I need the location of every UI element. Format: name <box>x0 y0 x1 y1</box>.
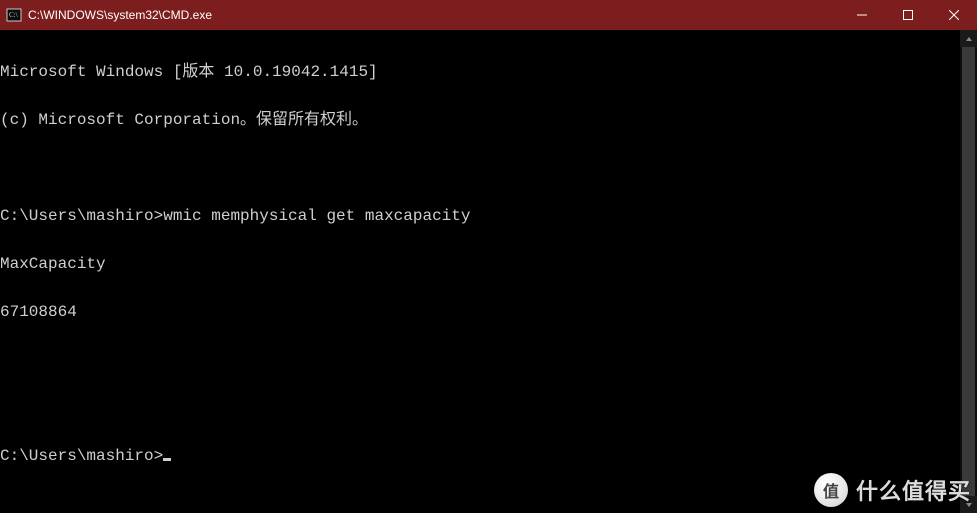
console-line: 67108864 <box>0 304 960 320</box>
console-line: Microsoft Windows [版本 10.0.19042.1415] <box>0 64 960 80</box>
console-prompt-line: C:\Users\mashiro> <box>0 448 960 464</box>
console-line <box>0 400 960 416</box>
scroll-down-button[interactable] <box>960 496 977 513</box>
console-line <box>0 160 960 176</box>
scroll-track[interactable] <box>960 47 977 496</box>
console-line: (c) Microsoft Corporation。保留所有权利。 <box>0 112 960 128</box>
console-prompt: C:\Users\mashiro> <box>0 447 163 465</box>
console-line <box>0 352 960 368</box>
console-output[interactable]: Microsoft Windows [版本 10.0.19042.1415] (… <box>0 30 960 513</box>
maximize-button[interactable] <box>885 0 931 30</box>
console-line: MaxCapacity <box>0 256 960 272</box>
close-button[interactable] <box>931 0 977 30</box>
scroll-up-button[interactable] <box>960 30 977 47</box>
text-cursor <box>163 458 171 461</box>
minimize-button[interactable] <box>839 0 885 30</box>
console-line: C:\Users\mashiro>wmic memphysical get ma… <box>0 208 960 224</box>
window-title: C:\WINDOWS\system32\CMD.exe <box>28 8 212 22</box>
client-area: Microsoft Windows [版本 10.0.19042.1415] (… <box>0 30 977 513</box>
vertical-scrollbar[interactable] <box>960 30 977 513</box>
scroll-thumb[interactable] <box>962 47 975 496</box>
titlebar[interactable]: C:\ C:\WINDOWS\system32\CMD.exe <box>0 0 977 30</box>
cmd-app-icon: C:\ <box>6 7 22 23</box>
svg-text:C:\: C:\ <box>9 11 18 19</box>
